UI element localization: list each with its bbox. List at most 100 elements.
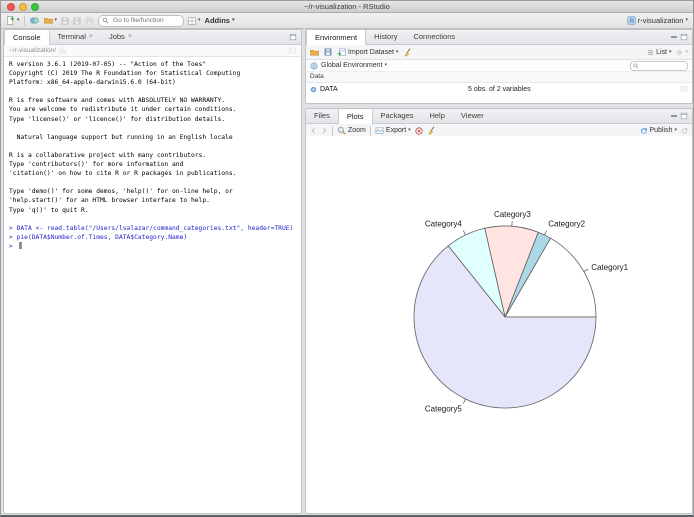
tab-packages[interactable]: Packages (373, 109, 422, 123)
load-workspace-button[interactable] (310, 48, 319, 57)
tab-jobs[interactable]: Jobs × (101, 30, 140, 44)
console-line: R is free software and comes with ABSOLU… (9, 97, 226, 105)
tab-connections[interactable]: Connections (405, 30, 463, 44)
environment-search[interactable] (630, 60, 688, 71)
tab-help[interactable]: Help (421, 109, 452, 123)
minimize-pane-icon[interactable] (671, 115, 677, 117)
save-icon (61, 17, 69, 25)
environment-object-row[interactable]: DATA 5 obs. of 2 variables (306, 83, 692, 95)
publish-plot-button[interactable]: Publish ▾ (640, 127, 677, 135)
plots-tabbar: Files Plots Packages Help Viewer (306, 109, 692, 124)
pie-label-category4: Category4 (425, 219, 462, 228)
arrow-left-icon (310, 127, 317, 134)
save-workspace-button[interactable] (324, 48, 332, 56)
view-data-button[interactable] (680, 85, 688, 93)
environment-toolbar: Import Dataset ▾ List ▾ ▾ (306, 45, 692, 60)
publish-label: Publish (649, 127, 673, 134)
minimize-window-button[interactable] (19, 3, 27, 11)
minimize-pane-icon[interactable] (671, 36, 677, 38)
console-line: Copyright (C) 2019 The R Foundation for … (9, 70, 241, 78)
dropdown-caret-icon: ▾ (54, 17, 58, 23)
maximize-pane-icon[interactable] (289, 33, 297, 41)
environment-search-input[interactable] (641, 61, 685, 70)
zoom-window-button[interactable] (31, 3, 39, 11)
pie-label-tick (462, 230, 466, 236)
console-pane: Console Terminal × Jobs × ~/r-visualizat… (3, 29, 302, 514)
print-button[interactable] (85, 16, 94, 25)
title-bar: ~/r-visualization - RStudio (1, 1, 693, 13)
open-working-dir-icon[interactable] (59, 47, 66, 54)
tab-viewer[interactable]: Viewer (453, 109, 492, 123)
global-environment-icon (310, 62, 318, 70)
dropdown-caret-icon: ▾ (395, 48, 399, 55)
console-line: Type 'contributors()' for more informati… (9, 161, 184, 169)
tab-packages-label: Packages (380, 111, 414, 120)
open-file-button[interactable]: ▾ (44, 16, 58, 25)
object-name[interactable]: DATA (320, 86, 338, 93)
tab-console[interactable]: Console (4, 30, 50, 45)
environment-settings-button[interactable]: ▾ (676, 49, 688, 56)
goto-file-search[interactable] (98, 14, 185, 27)
remove-plot-button[interactable] (415, 127, 423, 135)
close-window-button[interactable] (7, 3, 15, 11)
console-line: 'citation()' on how to cite R or R packa… (9, 170, 237, 178)
close-tab-icon[interactable]: × (89, 30, 93, 44)
environment-scope-row: Global Environment ▾ (306, 60, 692, 72)
open-folder-icon (310, 48, 319, 57)
previous-plot-button[interactable] (310, 127, 317, 134)
tab-environment[interactable]: Environment (306, 30, 367, 45)
window-title: ~/r-visualization - RStudio (304, 2, 390, 11)
save-all-icon (73, 17, 81, 25)
tab-history-label: History (374, 32, 398, 41)
tab-terminal[interactable]: Terminal × (50, 30, 101, 44)
console-line: Natural language support but running in … (9, 133, 233, 141)
maximize-pane-icon[interactable] (680, 33, 688, 41)
new-project-icon (29, 16, 40, 25)
new-file-button[interactable]: ▾ (6, 16, 20, 25)
goto-file-input[interactable] (111, 16, 181, 25)
dropdown-caret-icon: ▾ (384, 62, 387, 68)
publish-icon (640, 127, 648, 135)
maximize-pane-icon[interactable] (680, 112, 688, 120)
import-dataset-label: Import Dataset (348, 48, 394, 56)
traffic-lights (7, 3, 39, 11)
tab-connections-label: Connections (413, 32, 456, 41)
clear-all-plots-button[interactable] (427, 126, 436, 135)
console-line: Type 'license()' or 'licence()' for dist… (9, 115, 226, 123)
pie-label-tick (462, 398, 466, 404)
save-all-button[interactable] (73, 17, 81, 25)
tab-history[interactable]: History (366, 30, 405, 44)
zoom-lens-icon (337, 126, 346, 135)
pane-layout-button[interactable]: ▾ (188, 17, 201, 25)
pane-buttons (671, 109, 692, 123)
environment-scope-button[interactable]: Global Environment ▾ (321, 62, 387, 69)
console-output[interactable]: R version 3.6.1 (2019-07-05) -- "Action … (4, 57, 301, 254)
tab-plots[interactable]: Plots (337, 109, 373, 124)
clear-environment-button[interactable] (403, 48, 412, 57)
console-line: > pie(DATA$Number.of.Times, DATA$Categor… (9, 233, 188, 241)
new-project-button[interactable] (29, 16, 40, 25)
console-pane-icon (289, 47, 296, 54)
tab-help-label: Help (429, 111, 445, 120)
export-plot-button[interactable]: Export ▾ (375, 126, 411, 135)
tab-terminal-label: Terminal (57, 32, 86, 41)
next-plot-button[interactable] (321, 127, 328, 134)
toolbar-separator (23, 15, 25, 26)
project-menu-button[interactable]: r-visualization ▾ (627, 16, 688, 25)
import-dataset-button[interactable]: Import Dataset ▾ (337, 48, 398, 57)
refresh-plot-button[interactable] (681, 127, 688, 134)
list-view-button[interactable]: List ▾ (647, 49, 671, 56)
console-line: R version 3.6.1 (2019-07-05) -- "Action … (9, 61, 207, 68)
pie-chart: Category1 Category2 Category3 Category4 Cate… (413, 210, 629, 414)
addins-button[interactable]: Addins ▾ (205, 16, 235, 25)
tab-files[interactable]: Files (306, 109, 338, 123)
close-tab-icon[interactable]: × (128, 30, 132, 44)
new-file-icon (6, 16, 15, 25)
zoom-plot-button[interactable]: Zoom (337, 126, 366, 135)
rstudio-window: ~/r-visualization - RStudio ▾ ▾ Go to fi… (0, 0, 694, 517)
save-button[interactable] (61, 17, 69, 25)
toolbar-separator (332, 125, 333, 136)
working-directory-path[interactable]: ~/r-visualization/ (9, 47, 56, 54)
pie-label-category5: Category5 (425, 405, 462, 414)
